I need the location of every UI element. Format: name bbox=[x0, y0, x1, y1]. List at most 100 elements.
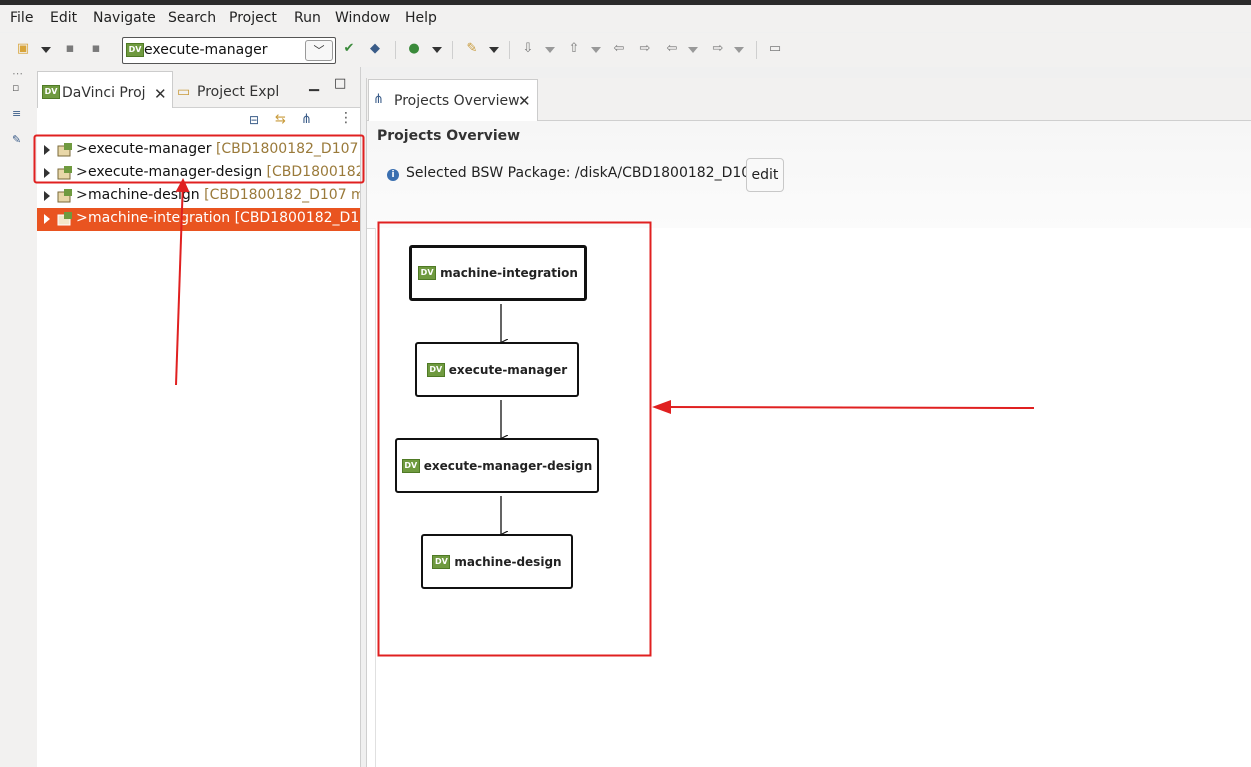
tree-item-meta: [CBD1800182_D107 bbox=[234, 210, 360, 226]
new-dropdown-icon[interactable] bbox=[41, 47, 51, 53]
menu-window[interactable]: Window bbox=[335, 10, 390, 26]
tree-item-name: execute-manager-design bbox=[88, 164, 263, 180]
navigator-tab-bar: DV DaVinci Proj ✕ ▭ Project Expl ▁ □ bbox=[37, 67, 360, 108]
navigator-actions: ⊟ ⇆ ⋔ ⋮ bbox=[37, 108, 360, 134]
expand-arrow-icon[interactable] bbox=[44, 168, 50, 178]
tools-dropdown-icon[interactable] bbox=[489, 47, 499, 53]
outline-icon[interactable]: ≡ bbox=[12, 107, 26, 120]
davinci-icon: DV bbox=[426, 362, 445, 377]
project-icon bbox=[57, 143, 73, 157]
last-edit-icon[interactable]: ⇦ bbox=[611, 41, 627, 57]
graph-node-machine-integration[interactable]: DV machine-integration bbox=[409, 245, 587, 301]
node-label: execute-manager-design bbox=[423, 458, 593, 473]
chevron-down-icon[interactable]: ﹀ bbox=[305, 40, 333, 61]
left-trim-bar: ⋯ ▫ ≡ ✎ bbox=[0, 67, 38, 767]
davinci-icon: DV bbox=[401, 458, 420, 473]
menu-bar: File Edit Navigate Search Project Run Wi… bbox=[0, 6, 1251, 32]
view-menu-icon[interactable]: ⋮ bbox=[339, 110, 353, 126]
graph-node-execute-manager-design[interactable]: DV execute-manager-design bbox=[395, 438, 599, 493]
toolbar-separator bbox=[395, 41, 396, 59]
expand-arrow-icon[interactable] bbox=[44, 214, 50, 224]
pin-editor-icon[interactable]: ▭ bbox=[767, 41, 783, 57]
folder-icon: ▭ bbox=[177, 84, 191, 100]
new-icon[interactable]: ▣ bbox=[15, 41, 31, 57]
properties-icon[interactable]: ✎ bbox=[12, 133, 26, 146]
collapse-all-icon[interactable]: ⊟ bbox=[249, 113, 259, 127]
graph-node-machine-design[interactable]: DV machine-design bbox=[421, 534, 573, 589]
tree-item-machine-design[interactable]: > machine-design [CBD1800182_D107 main bbox=[37, 185, 360, 208]
tree-prefix: > bbox=[76, 210, 88, 226]
run-icon[interactable]: ● bbox=[406, 41, 422, 57]
link-editor-icon[interactable]: ⇆ bbox=[275, 112, 286, 127]
tools-icon[interactable]: ✎ bbox=[464, 41, 480, 57]
prev-annotation-icon[interactable]: ⇧ bbox=[566, 41, 582, 57]
editor-tab-bar: ⋔ Projects Overview ✕ bbox=[367, 78, 1251, 121]
prev-annotation-dropdown-icon[interactable] bbox=[591, 47, 601, 53]
edit-button[interactable]: edit bbox=[746, 158, 784, 192]
node-label: machine-design bbox=[454, 554, 562, 569]
next-annotation-dropdown-icon[interactable] bbox=[545, 47, 555, 53]
forward-icon[interactable]: ⇨ bbox=[710, 41, 726, 57]
info-icon: i bbox=[387, 169, 399, 181]
close-icon[interactable]: ✕ bbox=[154, 85, 167, 103]
maximize-icon[interactable]: □ bbox=[334, 76, 346, 91]
tree-item-meta: [CBD1800182_D107 main bbox=[204, 187, 360, 203]
project-combo[interactable]: DV execute-manager ﹀ bbox=[122, 37, 336, 64]
tab-label: Projects Overview bbox=[394, 93, 520, 109]
davinci-icon: DV bbox=[126, 43, 144, 57]
menu-project[interactable]: Project bbox=[229, 10, 277, 26]
forward-edit-icon[interactable]: ⇨ bbox=[637, 41, 653, 57]
toolbar-separator bbox=[509, 41, 510, 59]
menu-help[interactable]: Help bbox=[405, 10, 437, 26]
tree-item-execute-manager-design[interactable]: > execute-manager-design [CBD1800182_D bbox=[37, 162, 360, 185]
expand-arrow-icon[interactable] bbox=[44, 145, 50, 155]
menu-search[interactable]: Search bbox=[168, 10, 216, 26]
next-annotation-icon[interactable]: ⇩ bbox=[520, 41, 536, 57]
main-toolbar: ▣ ▪ ▪ DV execute-manager ﹀ ✔ ◆ ● ✎ ⇩ ⇧ ⇦… bbox=[0, 33, 1251, 67]
run-dropdown-icon[interactable] bbox=[432, 47, 442, 53]
tab-project-explorer[interactable]: ▭ Project Expl bbox=[173, 71, 303, 107]
tree-prefix: > bbox=[76, 187, 88, 203]
tab-projects-overview[interactable]: ⋔ Projects Overview ✕ bbox=[368, 79, 538, 121]
hierarchy-icon[interactable]: ⋔ bbox=[301, 112, 312, 127]
toolbar-separator bbox=[452, 41, 453, 59]
project-icon bbox=[57, 189, 73, 203]
expand-arrow-icon[interactable] bbox=[44, 191, 50, 201]
project-combo-value: execute-manager bbox=[144, 42, 268, 58]
project-icon bbox=[57, 212, 73, 226]
menu-navigate[interactable]: Navigate bbox=[93, 10, 156, 26]
save-icon[interactable]: ▪ bbox=[62, 41, 78, 57]
tree-item-machine-integration[interactable]: > machine-integration [CBD1800182_D107 bbox=[37, 208, 360, 231]
tree-prefix: > bbox=[76, 141, 88, 157]
validate-icon[interactable]: ✔ bbox=[341, 41, 357, 57]
tree-item-name: machine-integration bbox=[88, 210, 231, 226]
selected-package-text: Selected BSW Package: /diskA/CBD1800182_… bbox=[406, 165, 760, 181]
window-top-bar bbox=[0, 0, 1251, 5]
menu-run[interactable]: Run bbox=[294, 10, 321, 26]
save-all-icon[interactable]: ▪ bbox=[88, 41, 104, 57]
restore-icon[interactable]: ▫ bbox=[12, 81, 26, 94]
davinci-icon: DV bbox=[418, 266, 437, 280]
menu-edit[interactable]: Edit bbox=[50, 10, 77, 26]
project-icon bbox=[57, 166, 73, 180]
tree-item-name: execute-manager bbox=[88, 141, 212, 157]
close-icon[interactable]: ✕ bbox=[518, 92, 531, 110]
tree-item-meta: [CBD1800182_D bbox=[266, 164, 360, 180]
davinci-icon: DV bbox=[42, 85, 60, 99]
tree-item-execute-manager[interactable]: > execute-manager [CBD1800182_D107 ma bbox=[37, 139, 360, 162]
back-dropdown-icon[interactable] bbox=[688, 47, 698, 53]
dependency-graph: DV machine-integration DV execute-manage… bbox=[375, 228, 1251, 767]
forward-dropdown-icon[interactable] bbox=[734, 47, 744, 53]
graph-node-execute-manager[interactable]: DV execute-manager bbox=[415, 342, 579, 397]
tree-item-meta: [CBD1800182_D107 ma bbox=[215, 141, 360, 157]
generate-icon[interactable]: ◆ bbox=[367, 41, 383, 57]
drag-handle-icon[interactable]: ⋯ bbox=[12, 67, 26, 80]
tab-davinci-projects[interactable]: DV DaVinci Proj ✕ bbox=[37, 71, 173, 108]
node-label: machine-integration bbox=[440, 266, 578, 280]
minimize-icon[interactable]: ▁ bbox=[309, 77, 319, 92]
back-icon[interactable]: ⇦ bbox=[664, 41, 680, 57]
tree-item-name: machine-design bbox=[88, 187, 200, 203]
menu-file[interactable]: File bbox=[10, 10, 33, 26]
tree-prefix: > bbox=[76, 164, 88, 180]
tab-label: DaVinci Proj bbox=[62, 85, 146, 101]
